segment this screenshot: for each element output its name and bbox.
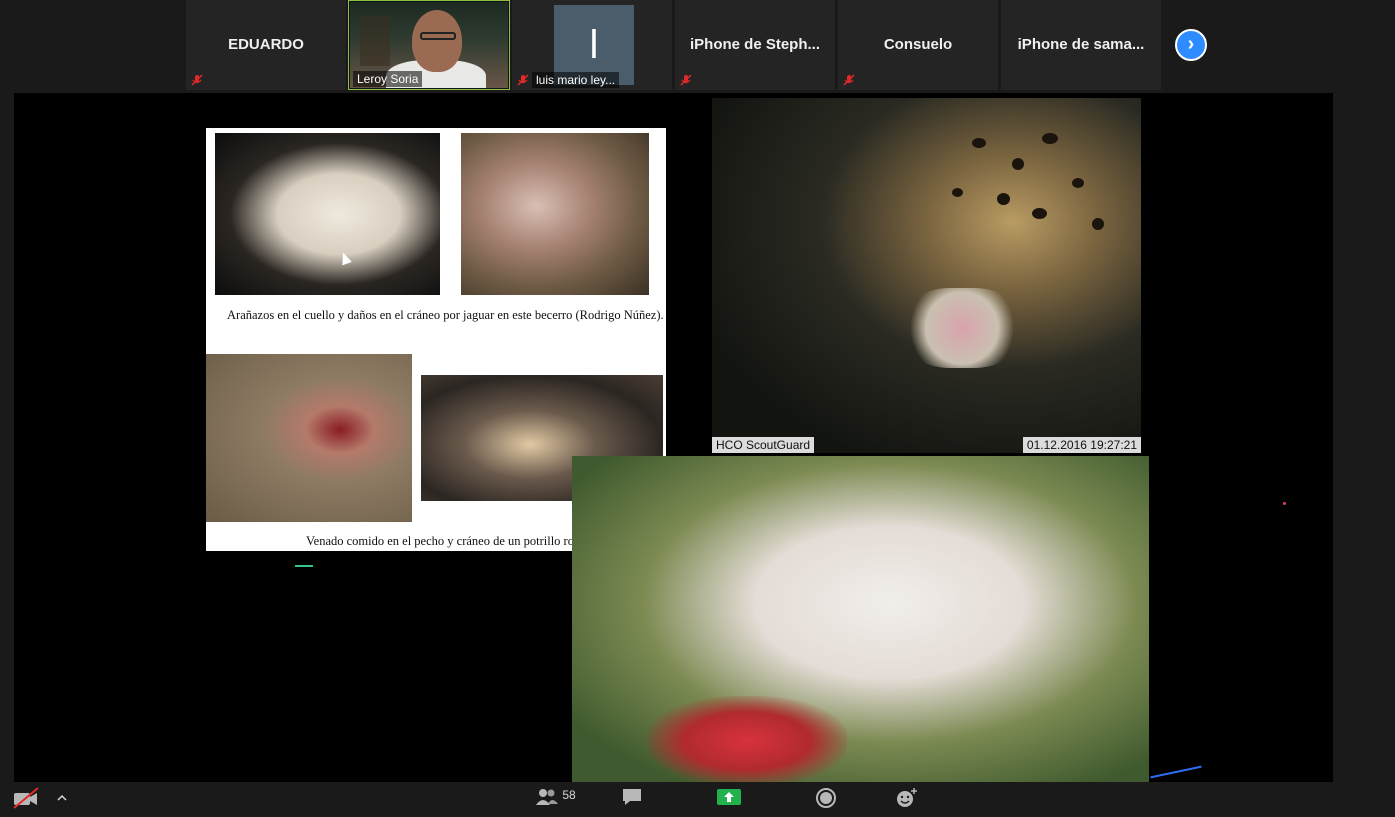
participants-icon	[536, 789, 558, 805]
chat-button[interactable]	[621, 787, 643, 811]
participant-tile[interactable]: Consuelo	[838, 0, 998, 90]
participants-count: 58	[562, 788, 576, 802]
participant-tile-active-speaker[interactable]: Leroy Soria	[348, 0, 510, 90]
muted-mic-icon	[680, 74, 692, 86]
participant-name: iPhone de Steph...	[689, 36, 820, 53]
annotation-mark	[1283, 502, 1286, 505]
reactions-button[interactable]	[895, 787, 919, 811]
annotation-mark	[1150, 765, 1202, 779]
participant-name: Leroy Soria	[353, 71, 423, 87]
shared-screen: Arañazos en el cuello y daños en el crán…	[14, 93, 1333, 782]
meeting-toolbar: 58	[0, 782, 1395, 817]
participant-name: Consuelo	[883, 36, 953, 53]
camera-brand-label: HCO ScoutGuard	[712, 437, 815, 453]
muted-mic-icon	[843, 74, 855, 86]
share-screen-icon	[717, 789, 741, 805]
skull-photo	[461, 133, 649, 295]
video-options-chevron-up-icon[interactable]	[57, 791, 67, 815]
reactions-emoji-icon	[897, 788, 917, 807]
participant-name: iPhone de sama...	[1017, 36, 1145, 53]
annotation-mark	[295, 565, 313, 567]
chat-icon	[623, 789, 641, 805]
video-off-icon	[13, 787, 39, 809]
participant-strip: EDUARDO Leroy Soria l luis mario ley... …	[0, 0, 1395, 92]
participant-tile[interactable]: iPhone de sama...	[1001, 0, 1161, 90]
stop-video-button[interactable]	[12, 787, 40, 811]
record-button[interactable]	[815, 787, 837, 811]
participant-tile[interactable]: iPhone de Steph...	[675, 0, 835, 90]
carcass-photo	[572, 456, 1149, 782]
deer-photo	[206, 354, 412, 522]
participant-name: luis mario ley...	[532, 72, 620, 88]
slide-caption-top: Arañazos en el cuello y daños en el crán…	[227, 308, 664, 322]
next-participants-chevron-right-icon[interactable]: ›	[1175, 29, 1207, 61]
share-screen-button[interactable]	[716, 787, 742, 811]
participant-tile[interactable]: EDUARDO	[186, 0, 346, 90]
participants-button[interactable]: 58	[535, 787, 576, 811]
muted-mic-icon	[191, 74, 203, 86]
participant-name: EDUARDO	[228, 36, 304, 53]
jaguar-camera-trap-photo: HCO ScoutGuard 01.12.2016 19:27:21	[712, 98, 1141, 453]
calf-photo	[215, 133, 440, 295]
camera-timestamp: 01.12.2016 19:27:21	[1022, 437, 1141, 453]
participant-tile[interactable]: l luis mario ley...	[512, 0, 672, 90]
record-icon	[816, 788, 836, 808]
muted-mic-icon	[517, 74, 529, 86]
